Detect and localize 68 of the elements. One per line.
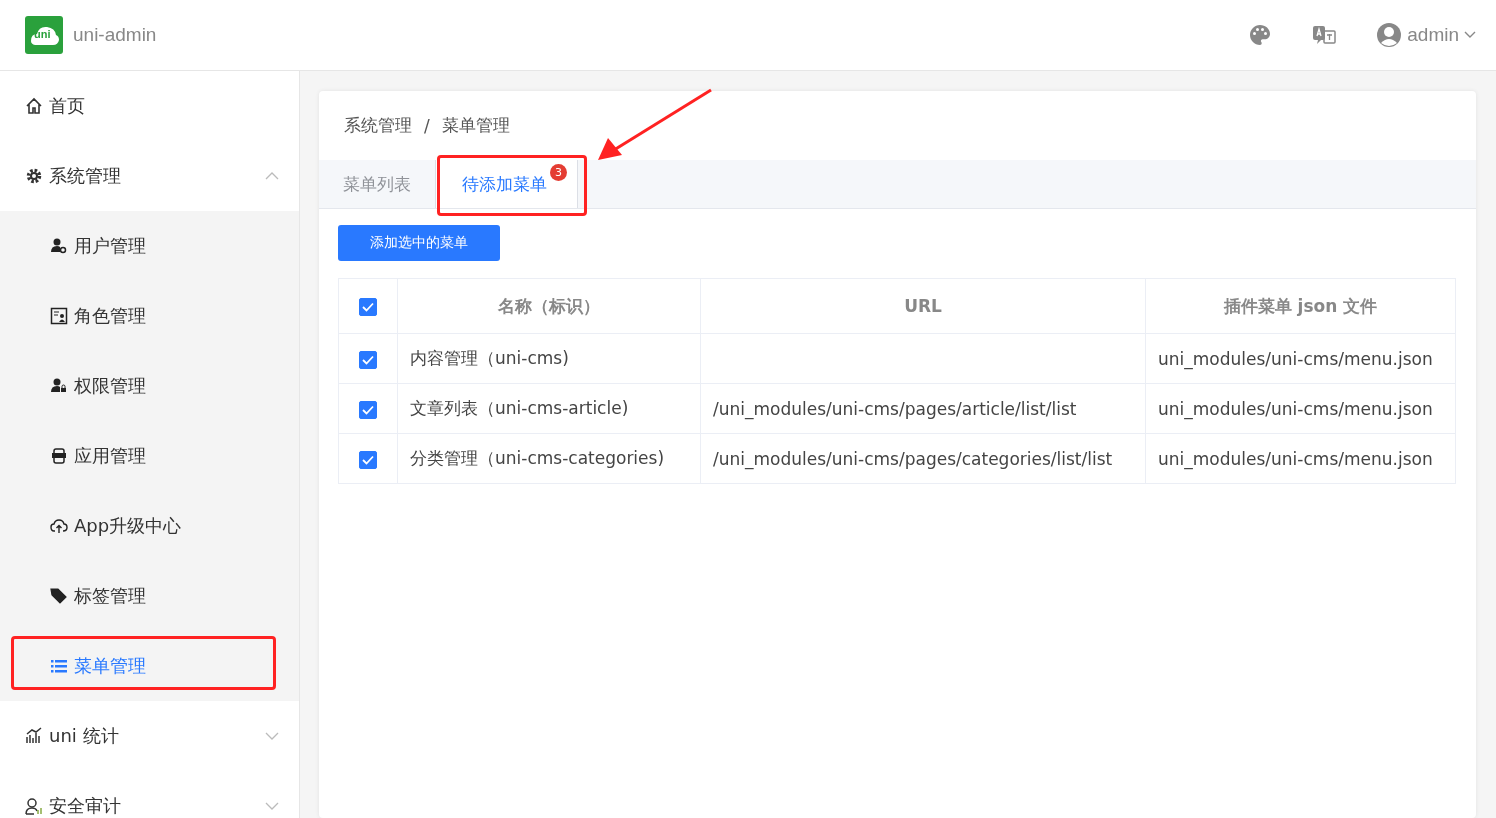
- table-cell: uni_modules/uni-cms/menu.json: [1145, 383, 1456, 434]
- home-icon: [25, 97, 43, 115]
- table-cell: /uni_modules/uni-cms/pages/categories/list/list: [700, 433, 1146, 484]
- sidebar-item[interactable]: 安全审计: [0, 771, 299, 818]
- sidebar-item[interactable]: 应用管理: [0, 421, 299, 491]
- avatar-icon[interactable]: [1376, 22, 1403, 48]
- table-cell: 文章列表（uni-cms-article): [397, 383, 701, 434]
- cloud-upload-icon: [50, 517, 68, 535]
- sidebar-item[interactable]: 角色管理: [0, 281, 299, 351]
- sidebar-item[interactable]: 菜单管理: [0, 631, 299, 701]
- chevron-down-icon[interactable]: [265, 732, 279, 740]
- app-icon: [50, 447, 68, 465]
- chevron-down-icon[interactable]: [265, 802, 279, 810]
- sidebar-item-label: 安全审计: [49, 794, 122, 818]
- column-header: 插件菜单 json 文件: [1145, 278, 1456, 334]
- breadcrumb-item: 菜单管理: [441, 114, 510, 137]
- table-cell: 内容管理（uni-cms): [397, 333, 701, 384]
- sidebar-item-label: 首页: [49, 94, 86, 118]
- sidebar-item-label: 菜单管理: [74, 654, 147, 678]
- column-header: 名称（标识）: [397, 278, 701, 334]
- tab[interactable]: 待添加菜单 3: [435, 160, 578, 208]
- table-cell: /uni_modules/uni-cms/pages/article/list/list: [700, 383, 1146, 434]
- table-cell: uni_modules/uni-cms/menu.json: [1145, 333, 1456, 384]
- row-checkbox[interactable]: [359, 350, 377, 369]
- sidebar-item[interactable]: 用户管理: [0, 211, 299, 281]
- chart-icon: [25, 727, 43, 745]
- sidebar-item-label: 用户管理: [74, 234, 147, 258]
- sidebar-item-label: App升级中心: [74, 514, 183, 538]
- logo-text: uni: [34, 28, 51, 40]
- sidebar-item[interactable]: 权限管理: [0, 351, 299, 421]
- table-cell: uni_modules/uni-cms/menu.json: [1145, 433, 1456, 484]
- sidebar-item-label: 系统管理: [49, 164, 122, 188]
- app-title: uni-admin: [73, 24, 157, 46]
- row-checkbox[interactable]: [359, 450, 377, 469]
- chevron-up-icon[interactable]: [265, 172, 279, 180]
- list-icon: [50, 657, 68, 675]
- checkmark-icon: [362, 302, 374, 312]
- chevron-down-icon[interactable]: [1464, 31, 1476, 39]
- sidebar-item-label: 标签管理: [74, 584, 147, 608]
- sidebar-item[interactable]: 首页: [0, 71, 299, 141]
- sidebar-item-label: 应用管理: [74, 444, 147, 468]
- user-lock-icon: [50, 377, 68, 395]
- breadcrumb-item: 系统管理: [344, 114, 412, 137]
- add-selected-button[interactable]: 添加选中的菜单: [338, 225, 500, 261]
- sidebar-item-label: 角色管理: [74, 304, 147, 328]
- column-header: URL: [700, 278, 1146, 334]
- palette-icon[interactable]: [1248, 23, 1273, 47]
- id-card-icon: [50, 307, 68, 325]
- sidebar-item[interactable]: 系统管理: [0, 141, 299, 211]
- checkmark-icon: [362, 404, 374, 415]
- checkmark-icon: [362, 354, 374, 365]
- user-name[interactable]: admin: [1407, 24, 1459, 46]
- table-cell: 分类管理（uni-cms-categories): [397, 433, 701, 484]
- row-checkbox[interactable]: [359, 400, 377, 419]
- breadcrumb-item: /: [424, 115, 430, 136]
- sidebar-item[interactable]: uni 统计: [0, 701, 299, 771]
- sidebar-item[interactable]: 标签管理: [0, 561, 299, 631]
- sidebar-item-label: uni 统计: [49, 724, 120, 748]
- sidebar-item-label: 权限管理: [74, 374, 147, 398]
- user-icon: [50, 237, 68, 255]
- checkmark-icon: [362, 454, 374, 465]
- tag-icon: [50, 587, 68, 605]
- translate-icon[interactable]: [1312, 24, 1337, 46]
- count-badge: 3: [550, 164, 567, 181]
- sidebar-item[interactable]: App升级中心: [0, 491, 299, 561]
- select-all-checkbox[interactable]: [359, 298, 377, 316]
- gear-icon: [25, 167, 43, 185]
- user-icon: [25, 797, 43, 815]
